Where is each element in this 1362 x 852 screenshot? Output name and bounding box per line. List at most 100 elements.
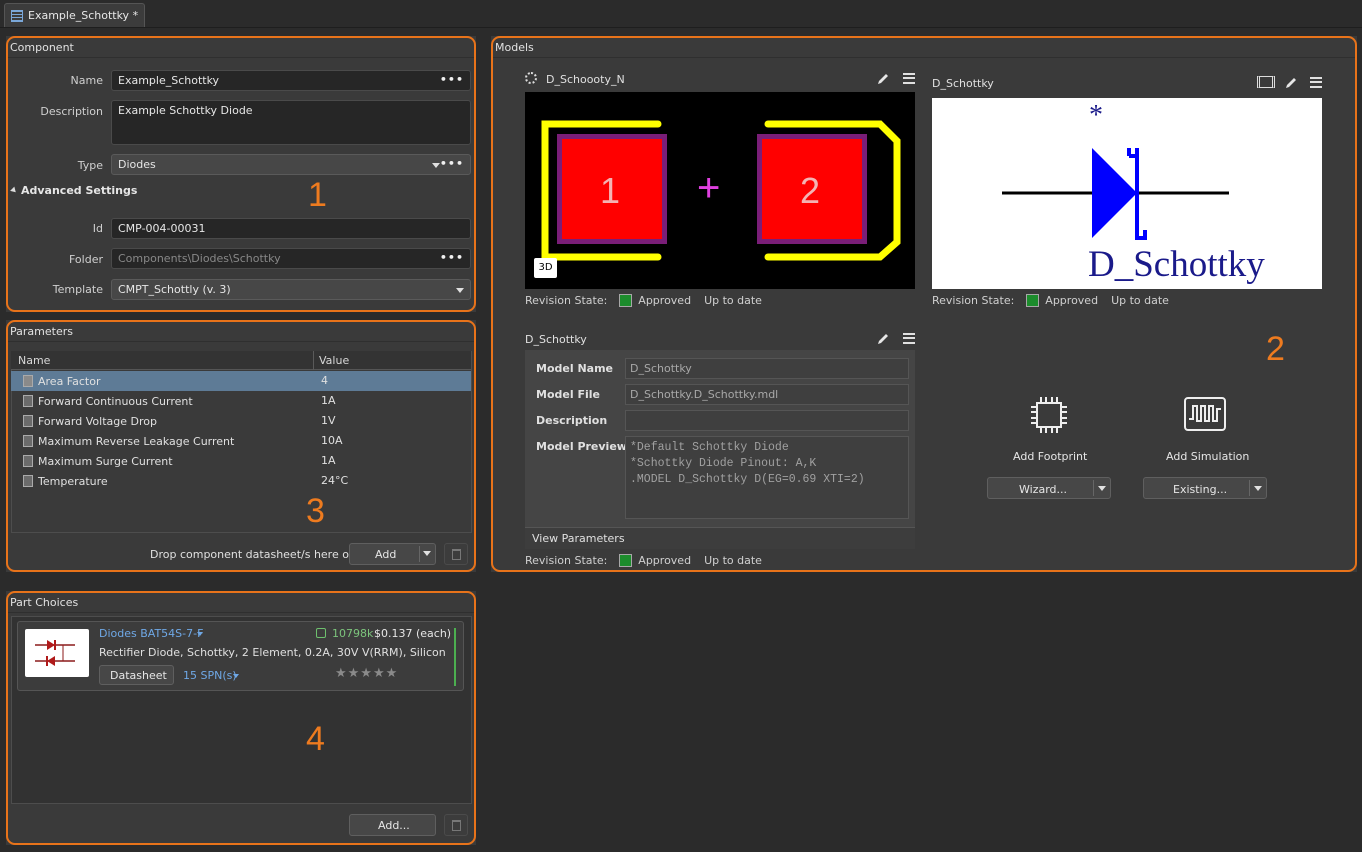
pin-mapping-icon[interactable] [1257,76,1275,88]
delete-part-choice-button[interactable] [444,814,468,836]
parameter-row[interactable]: Area Factor 4 [11,371,471,391]
parameter-row[interactable]: Temperature 24°C [11,471,471,491]
menu-icon[interactable] [903,333,915,344]
revision-status: Up to date [704,294,762,307]
star-rating[interactable]: ★★★★★ [335,666,398,681]
part-description: Rectifier Diode, Schottky, 2 Element, 0.… [99,646,446,659]
document-tab-bar [0,0,1362,28]
model-preview-box: *Default Schottky Diode *Schottky Diode … [625,436,909,519]
model-name-value: D_Schottky [630,362,692,375]
edit-pencil-icon[interactable] [876,72,890,86]
datasheet-label: Datasheet [110,669,167,682]
column-name-header[interactable]: Name [18,354,50,367]
view-parameters-label: View Parameters [532,532,625,545]
model-name-label: Model Name [536,362,613,375]
symbol-preview[interactable]: * D_Schottky [932,98,1322,289]
component-document-icon [11,9,23,22]
wizard-label: Wizard... [1019,483,1068,496]
parameter-name: Forward Continuous Current [38,395,193,408]
3d-toggle-button[interactable]: 3D [534,258,557,278]
document-tab[interactable]: Example_Schottky * [4,3,146,27]
model-file-field: D_Schottky.D_Schottky.mdl [625,384,909,405]
chevron-down-icon[interactable] [423,551,431,556]
callout-1: 1 [308,176,327,214]
folder-more-icon[interactable]: ••• [440,251,464,264]
chevron-down-icon[interactable] [1254,486,1262,491]
revision-status: Up to date [1111,294,1169,307]
parameter-value: 10A [321,434,343,447]
type-select[interactable]: Diodes ••• [111,154,471,175]
chevron-down-icon [456,288,464,293]
add-footprint-label: Add Footprint [1013,450,1088,463]
edit-pencil-icon[interactable] [1284,76,1298,90]
existing-dropdown-divider [1249,480,1250,496]
symbol-model-name: D_Schottky [932,77,994,90]
chevron-down-icon [432,163,440,168]
menu-icon[interactable] [1310,77,1322,88]
parameter-name: Forward Voltage Drop [38,415,157,428]
part-choices-panel-title: Part Choices [6,591,476,613]
parameter-value: 1A [321,394,336,407]
callout-3: 3 [306,492,325,530]
spn-dropdown[interactable]: 15 SPN(s) [183,669,237,682]
datasheet-button[interactable]: Datasheet [99,665,174,685]
parameter-row[interactable]: Maximum Reverse Leakage Current 10A [11,431,471,451]
description-field[interactable]: Example Schottky Diode [111,100,471,145]
parameter-row[interactable]: Maximum Surge Current 1A [11,451,471,471]
revision-state-value: Approved [638,554,692,567]
model-file-value: D_Schottky.D_Schottky.mdl [630,388,779,401]
models-panel-title: Models [491,36,1357,58]
add-part-choice-label: Add... [378,819,410,832]
datasheet-drop-text: Drop component datasheet/s here or [150,548,354,561]
id-field: CMP-004-00031 [111,218,471,239]
simulation-existing-button[interactable]: Existing... [1143,477,1267,499]
delete-datasheet-button[interactable] [444,543,468,565]
revision-state-value: Approved [638,294,692,307]
template-select[interactable]: CMPT_Schottly (v. 3) [111,279,471,300]
revision-state-value: Approved [1045,294,1099,307]
part-choice-card[interactable]: Diodes BAT54S-7-F 10798k $0.137 (each) R… [17,621,464,691]
footprint-wizard-button[interactable]: Wizard... [987,477,1111,499]
folder-label: Folder [69,253,103,266]
chevron-down-icon[interactable] [233,674,239,678]
view-parameters-bar[interactable]: View Parameters [525,527,915,549]
parameters-panel-title: Parameters [6,320,476,342]
advanced-settings-label: Advanced Settings [21,184,138,197]
add-part-choice-button[interactable]: Add... [349,814,436,836]
name-field[interactable]: Example_Schottky ••• [111,70,471,91]
document-tab-title: Example_Schottky * [28,9,139,22]
chevron-down-icon[interactable] [197,632,203,636]
waveform-icon [1184,397,1226,431]
edit-pencil-icon[interactable] [876,332,890,346]
part-name-link[interactable]: Diodes BAT54S-7-F [99,627,203,640]
parameter-value: 1V [321,414,336,427]
unit-price: $0.137 (each) [374,627,452,640]
parameter-value: 1A [321,454,336,467]
parameter-name: Temperature [38,475,108,488]
parameter-row[interactable]: Forward Continuous Current 1A [11,391,471,411]
stock-count: 10798k [332,627,374,640]
footprint-model-name: D_Schoooty_N [546,73,625,86]
menu-icon[interactable] [903,73,915,84]
parameter-name: Area Factor [38,375,101,388]
revision-label: Revision State: [932,294,1015,307]
dual-diode-thumbnail-icon [35,640,75,666]
footprint-preview[interactable]: 1 2 + 3D [525,92,915,289]
name-more-icon[interactable]: ••• [440,73,464,86]
type-more-icon[interactable]: ••• [440,157,464,170]
symbol-revision-state: Revision State: Approved Up to date [932,294,1169,307]
column-value-header[interactable]: Value [319,354,349,367]
chevron-down-icon[interactable] [1098,486,1106,491]
advanced-settings-toggle[interactable]: Advanced Settings [10,184,138,197]
folder-field[interactable]: Components\Diodes\Schottky ••• [111,248,471,269]
model-description-field [625,410,909,431]
parameter-icon [23,395,33,407]
model-preview-line: *Schottky Diode Pinout: A,K [630,457,817,470]
approved-status-icon [1026,294,1040,307]
model-file-label: Model File [536,388,600,401]
part-thumbnail [25,629,89,677]
add-datasheet-button[interactable]: Add [349,543,436,565]
footprint-revision-state: Revision State: Approved Up to date [525,294,762,307]
callout-4: 4 [306,720,325,758]
parameter-row[interactable]: Forward Voltage Drop 1V [11,411,471,431]
